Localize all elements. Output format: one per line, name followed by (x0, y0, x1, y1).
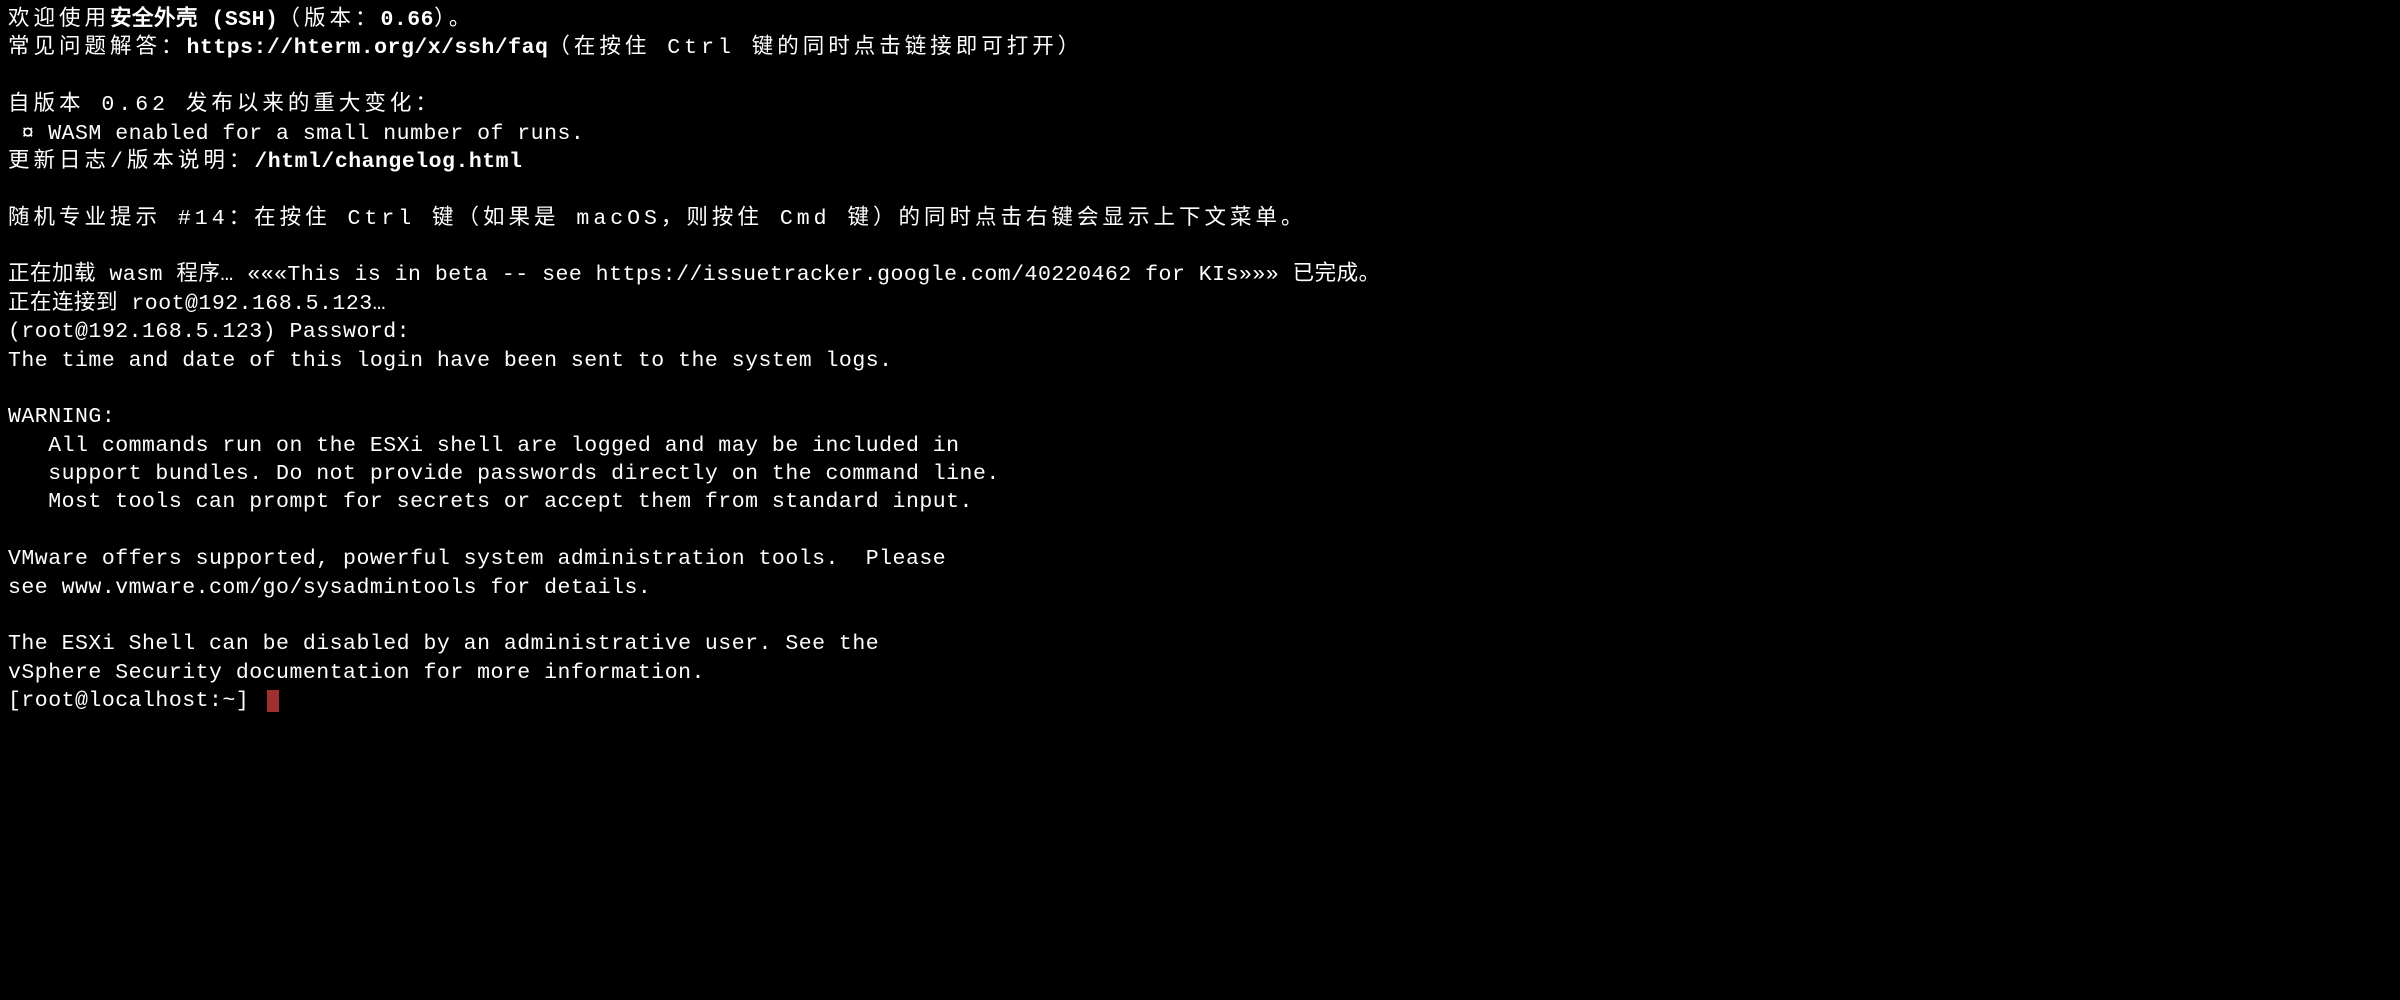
vmware-l1: VMware offers supported, powerful system… (8, 545, 2392, 573)
shell-note-l2: vSphere Security documentation for more … (8, 659, 2392, 687)
blank (8, 375, 2392, 403)
welcome-line: 欢迎使用安全外壳 (SSH)（版本：0.66）。 (8, 6, 2392, 34)
login-logged-line: The time and date of this login have bee… (8, 347, 2392, 375)
blank (8, 176, 2392, 204)
shell-note-l1: The ESXi Shell can be disabled by an adm… (8, 630, 2392, 658)
connecting-line: 正在连接到 root@192.168.5.123… (8, 290, 2392, 318)
shell-prompt: [root@localhost:~] (8, 687, 263, 715)
password-prompt-line[interactable]: (root@192.168.5.123) Password: (8, 318, 2392, 346)
vmware-l2: see www.vmware.com/go/sysadmintools for … (8, 574, 2392, 602)
warning-l3: Most tools can prompt for secrets or acc… (8, 488, 2392, 516)
pro-tip-line: 随机专业提示 #14：在按住 Ctrl 键（如果是 macOS，则按住 Cmd … (8, 205, 2392, 233)
blank (8, 517, 2392, 545)
loading-wasm-line: 正在加载 wasm 程序… «««This is in beta -- see … (8, 261, 2392, 289)
shell-prompt-line[interactable]: [root@localhost:~] (8, 687, 2392, 715)
cursor-icon (267, 690, 279, 712)
warning-l2: support bundles. Do not provide password… (8, 460, 2392, 488)
warning-l1: All commands run on the ESXi shell are l… (8, 432, 2392, 460)
wasm-bullet: ¤ WASM enabled for a small number of run… (8, 120, 2392, 148)
warning-header: WARNING: (8, 403, 2392, 431)
blank (8, 602, 2392, 630)
faq-url[interactable]: https://hterm.org/x/ssh/faq (187, 36, 549, 60)
terminal-output[interactable]: 欢迎使用安全外壳 (SSH)（版本：0.66）。 常见问题解答：https://… (8, 6, 2392, 715)
changelog-line: 更新日志/版本说明：/html/changelog.html (8, 148, 2392, 176)
faq-line: 常见问题解答：https://hterm.org/x/ssh/faq（在按住 C… (8, 34, 2392, 62)
app-name: 安全外壳 (SSH) (110, 8, 278, 32)
blank (8, 233, 2392, 261)
changelog-path[interactable]: /html/changelog.html (254, 150, 522, 174)
since-line: 自版本 0.62 发布以来的重大变化： (8, 91, 2392, 119)
blank (8, 63, 2392, 91)
